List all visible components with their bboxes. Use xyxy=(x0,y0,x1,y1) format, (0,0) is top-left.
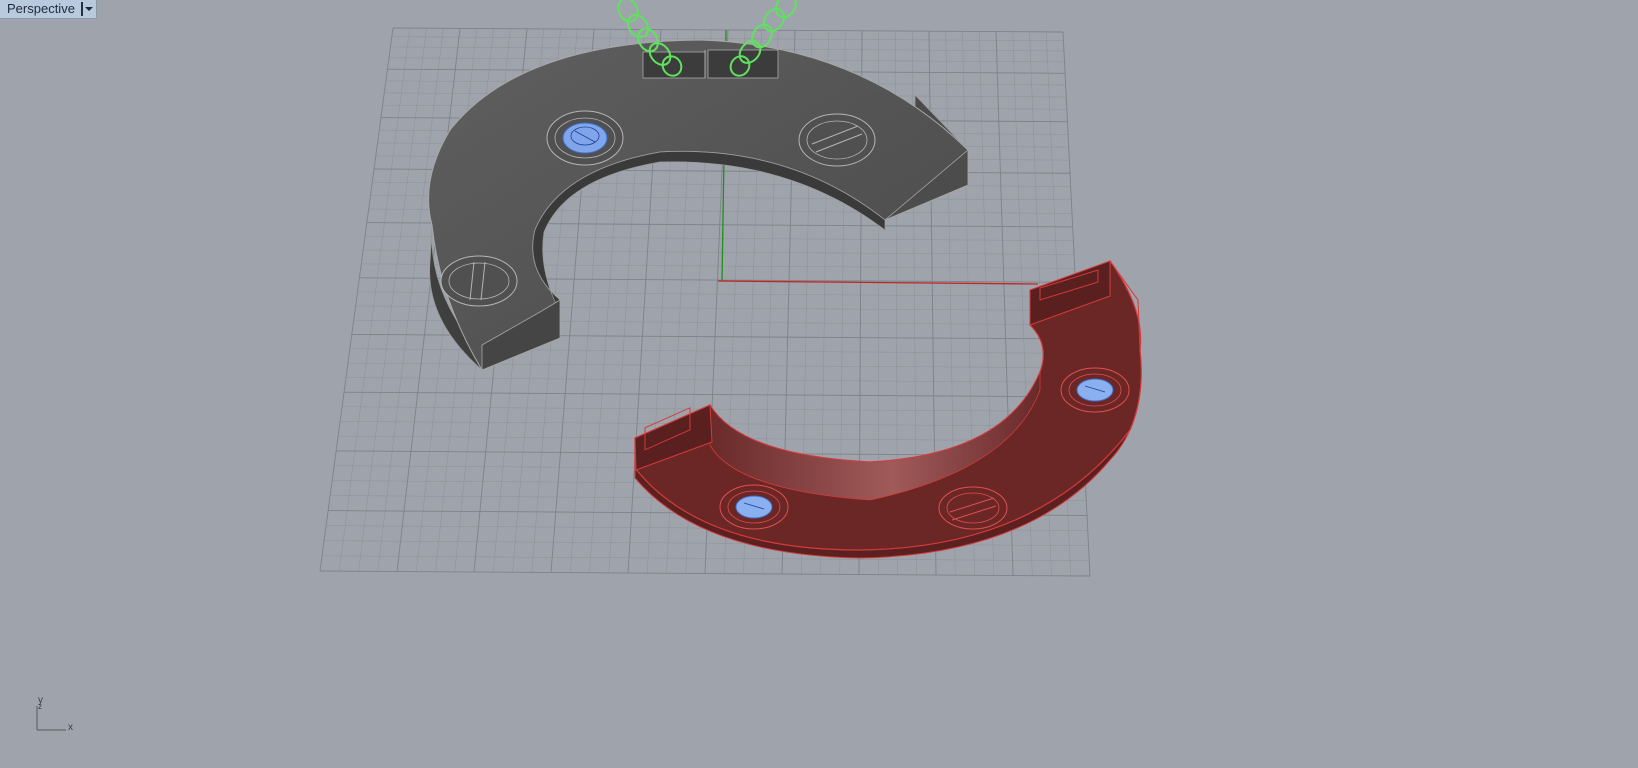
red-screw-hole-2 xyxy=(938,486,1008,530)
chevron-down-icon[interactable] xyxy=(83,0,96,18)
grid-line xyxy=(339,28,410,572)
viewport-canvas[interactable] xyxy=(0,0,1638,768)
viewport-title-tab[interactable]: Perspective xyxy=(0,0,97,19)
viewport-title[interactable]: Perspective xyxy=(0,0,81,18)
axis-z-label: z xyxy=(38,702,42,711)
gray-ring-half[interactable] xyxy=(428,39,969,371)
perspective-viewport[interactable]: Perspective y z x xyxy=(0,0,1638,768)
gray-screw-hole-1 xyxy=(546,110,624,166)
axis-x-label: x xyxy=(68,722,73,733)
grid-line xyxy=(319,27,394,572)
red-screw-hole-1 xyxy=(719,484,789,530)
gray-screw-hole-3 xyxy=(440,255,518,307)
grid-line xyxy=(358,28,427,572)
gray-screw-hole-2 xyxy=(798,113,876,167)
red-ring-half[interactable] xyxy=(634,260,1142,559)
axis-orientation-widget: y z x xyxy=(30,695,80,736)
red-screw-hole-3 xyxy=(1060,367,1130,413)
